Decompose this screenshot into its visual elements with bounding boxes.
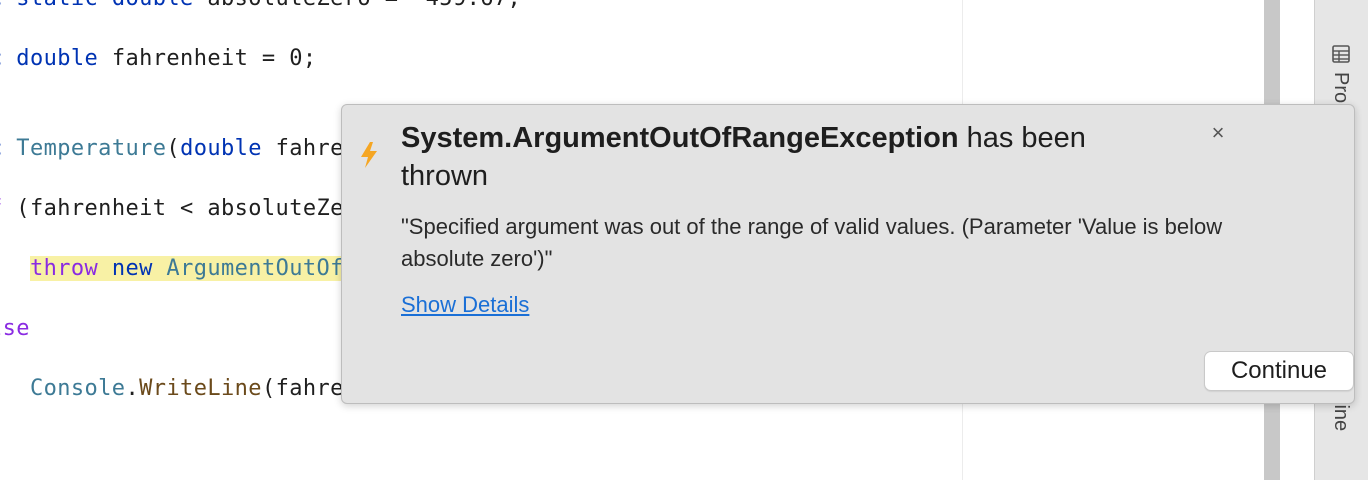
code-token: double	[16, 46, 99, 71]
code-line-content: f (fahrenheit < absoluteZero)	[0, 196, 385, 221]
code-token: c	[0, 136, 16, 161]
code-token: fahrenheit = 0;	[98, 46, 317, 71]
side-tab-properties[interactable]: Pro	[1329, 72, 1352, 103]
code-token: (fahrenheit < absoluteZero)	[2, 196, 385, 221]
code-token	[98, 256, 112, 281]
code-token: c	[0, 0, 16, 11]
code-token: absoluteZero = -459.67;	[194, 0, 521, 11]
code-token: (	[166, 136, 181, 161]
code-token: Console	[29, 376, 126, 401]
code-line-content: lse	[0, 316, 30, 341]
lightning-bolt-icon	[361, 142, 377, 168]
code-token: static double	[16, 0, 193, 11]
code-token: .	[125, 376, 140, 401]
code-token: lse	[0, 316, 30, 341]
exception-popup: System.ArgumentOutOfRangeException has b…	[341, 104, 1355, 404]
code-token: double	[180, 136, 262, 161]
close-icon[interactable]: ×	[1206, 121, 1230, 145]
exception-message: "Specified argument was out of the range…	[401, 214, 1223, 271]
code-line: c static double absoluteZero = -459.67;	[0, 0, 521, 14]
code-token: c	[0, 46, 16, 71]
code-line: lse	[0, 314, 30, 344]
show-details-link[interactable]: Show Details	[401, 289, 529, 321]
code-line-content: c double fahrenheit = 0;	[0, 46, 317, 71]
code-line: c double fahrenheit = 0;	[0, 44, 317, 74]
code-token: WriteLine	[139, 376, 262, 401]
code-token: new	[111, 256, 153, 281]
code-line-content: c static double absoluteZero = -459.67;	[0, 0, 521, 11]
code-token	[152, 256, 167, 281]
ide-window: c static double absoluteZero = -459.67;c…	[0, 0, 1368, 480]
code-token: throw	[29, 256, 99, 281]
exception-name: System.ArgumentOutOfRangeException	[401, 122, 959, 154]
side-tab-outline[interactable]: line	[1329, 400, 1352, 431]
code-line: f (fahrenheit < absoluteZero)	[0, 194, 385, 224]
properties-icon	[1332, 45, 1350, 63]
continue-button[interactable]: Continue	[1204, 351, 1354, 391]
code-token: Temperature	[16, 136, 167, 161]
exception-title: System.ArgumentOutOfRangeException has b…	[401, 119, 1121, 195]
